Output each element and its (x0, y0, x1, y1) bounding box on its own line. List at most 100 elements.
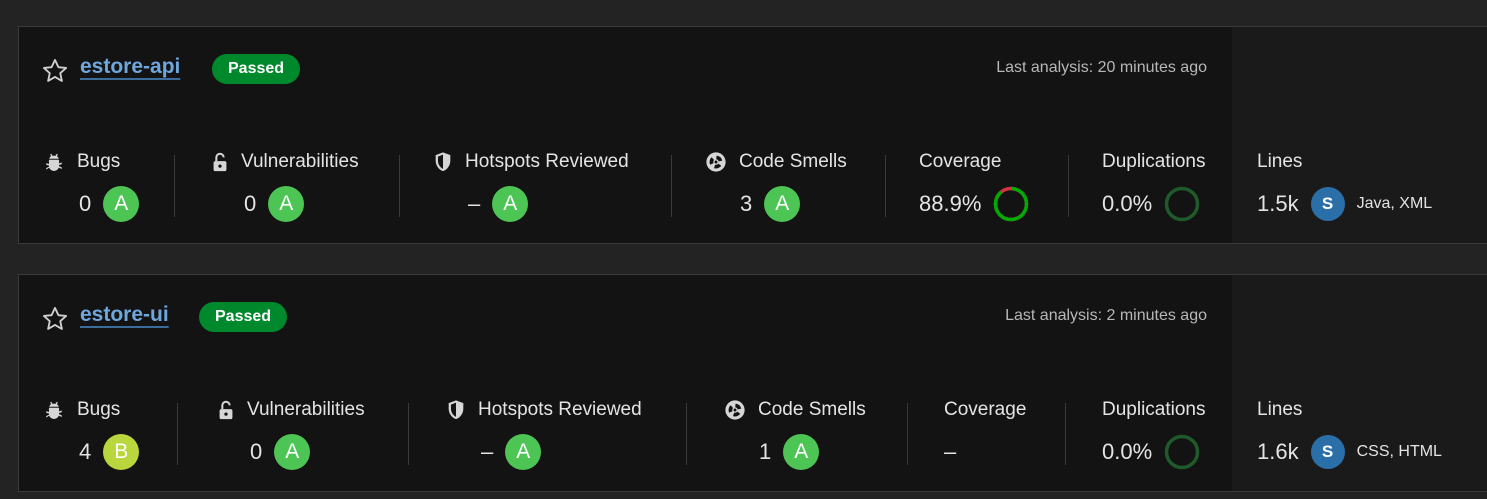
languages-text: Java, XML (1356, 195, 1433, 212)
duplications-metric-label[interactable]: Duplications (1102, 397, 1206, 423)
lines-metric-label: Lines (1257, 397, 1302, 423)
lines-count: 1.5k (1257, 191, 1299, 216)
star-outline-icon[interactable] (41, 57, 69, 85)
project-name-link[interactable]: estore-api (80, 55, 180, 79)
hotspots-label: Hotspots Reviewed (465, 151, 629, 172)
metric-divider (686, 403, 687, 465)
bugs-metric-value[interactable]: 4 B (79, 433, 140, 471)
vulnerabilities-rating[interactable]: A (268, 186, 305, 222)
vulnerabilities-label: Vulnerabilities (247, 399, 365, 420)
shield-icon (448, 400, 464, 420)
coverage-percent: 88.9% (919, 191, 982, 216)
duplications-metric-value[interactable]: 0.0% (1102, 185, 1200, 223)
code-smells-label: Code Smells (758, 399, 866, 420)
metric-divider (174, 155, 175, 217)
coverage-donut (994, 186, 1029, 222)
coverage-donut-arc (994, 186, 1029, 222)
unlocked-padlock-icon (219, 400, 233, 420)
coverage-metric-value[interactable]: – (944, 433, 956, 471)
hotspots-value: – (481, 439, 494, 464)
lines-metric-value: 1.5k S Java, XML (1257, 185, 1432, 223)
size-avatar: S (1310, 435, 1345, 469)
duplications-percent: 0.0% (1102, 439, 1153, 464)
coverage-metric-value[interactable]: 88.9% (919, 185, 1029, 223)
vulnerabilities-rating[interactable]: A (274, 434, 311, 470)
lines-label: Lines (1257, 151, 1303, 172)
code-smells-metric-value[interactable]: 1 A (759, 433, 820, 471)
bugs-metric-value[interactable]: 0 A (79, 185, 140, 223)
code-smells-label: Code Smells (739, 151, 847, 172)
shield-icon (435, 152, 451, 172)
duplications-label: Duplications (1102, 151, 1206, 172)
project-card: estore-ui Passed Last analysis: 2 minute… (18, 274, 1487, 492)
code-smells-rating[interactable]: A (783, 434, 820, 470)
bugs-count: 4 (79, 439, 92, 464)
vulnerabilities-label: Vulnerabilities (241, 151, 359, 172)
bugs-metric-label[interactable]: Bugs (43, 397, 120, 423)
bugs-label: Bugs (77, 151, 121, 172)
duplications-donut (1164, 186, 1200, 222)
coverage-label: Coverage (944, 399, 1027, 420)
duplications-metric-label[interactable]: Duplications (1102, 149, 1206, 175)
duplications-label: Duplications (1102, 399, 1206, 420)
hotspots-metric-value[interactable]: – A (481, 433, 542, 471)
code-smells-count: 3 (740, 191, 753, 216)
hotspots-metric-label[interactable]: Hotspots Reviewed (446, 397, 642, 423)
radiation-icon (706, 152, 726, 172)
hotspots-metric-label[interactable]: Hotspots Reviewed (433, 149, 629, 175)
bugs-metric-label[interactable]: Bugs (43, 149, 120, 175)
duplications-metric-value[interactable]: 0.0% (1102, 433, 1200, 471)
hotspots-rating[interactable]: A (505, 434, 542, 470)
metric-divider (399, 155, 400, 217)
hotspots-metric-value[interactable]: – A (468, 185, 529, 223)
code-smells-metric-label[interactable]: Code Smells (705, 149, 847, 175)
unlocked-padlock-icon (213, 152, 227, 172)
project-name-link[interactable]: estore-ui (80, 303, 169, 327)
coverage-metric-label[interactable]: Coverage (919, 149, 1001, 175)
hotspots-rating[interactable]: A (492, 186, 529, 222)
metric-divider (177, 403, 178, 465)
radiation-icon (725, 400, 745, 420)
lines-label: Lines (1257, 399, 1303, 420)
duplications-percent: 0.0% (1102, 191, 1153, 216)
quality-gate-status-badge: Passed (199, 302, 288, 332)
star-outline-icon[interactable] (41, 305, 69, 333)
bugs-rating[interactable]: A (103, 186, 140, 222)
metric-divider (1065, 403, 1066, 465)
coverage-label: Coverage (919, 151, 1002, 172)
vulnerabilities-metric-value[interactable]: 0 A (250, 433, 311, 471)
lines-metric-value: 1.6k S CSS, HTML (1257, 433, 1442, 471)
vulnerabilities-metric-label[interactable]: Vulnerabilities (211, 149, 359, 175)
bugs-rating[interactable]: B (103, 434, 140, 470)
coverage-percent: – (944, 439, 957, 464)
lines-metric-label: Lines (1257, 149, 1302, 175)
metric-divider (885, 155, 886, 217)
bug-icon (46, 153, 62, 171)
lines-count: 1.6k (1257, 439, 1299, 464)
coverage-metric-label[interactable]: Coverage (944, 397, 1026, 423)
metric-divider (907, 403, 908, 465)
code-smells-metric-label[interactable]: Code Smells (724, 397, 866, 423)
metric-divider (1068, 155, 1069, 217)
project-card: estore-api Passed Last analysis: 20 minu… (18, 26, 1487, 244)
bugs-count: 0 (79, 191, 92, 216)
last-analysis-text: Last analysis: 2 minutes ago (1005, 307, 1207, 324)
code-smells-count: 1 (759, 439, 772, 464)
bug-icon (46, 401, 62, 419)
languages-text: CSS, HTML (1356, 443, 1442, 460)
last-analysis-text: Last analysis: 20 minutes ago (996, 59, 1207, 76)
duplications-donut (1164, 434, 1200, 470)
metric-divider (671, 155, 672, 217)
vulnerabilities-metric-label[interactable]: Vulnerabilities (217, 397, 365, 423)
vulnerabilities-metric-value[interactable]: 0 A (244, 185, 305, 223)
code-smells-rating[interactable]: A (764, 186, 801, 222)
bugs-label: Bugs (77, 399, 121, 420)
quality-gate-status-badge: Passed (212, 54, 301, 84)
hotspots-label: Hotspots Reviewed (478, 399, 642, 420)
vulnerabilities-count: 0 (244, 191, 257, 216)
code-smells-metric-value[interactable]: 3 A (740, 185, 801, 223)
hotspots-value: – (468, 191, 481, 216)
metric-divider (408, 403, 409, 465)
vulnerabilities-count: 0 (250, 439, 263, 464)
size-avatar: S (1310, 187, 1345, 221)
